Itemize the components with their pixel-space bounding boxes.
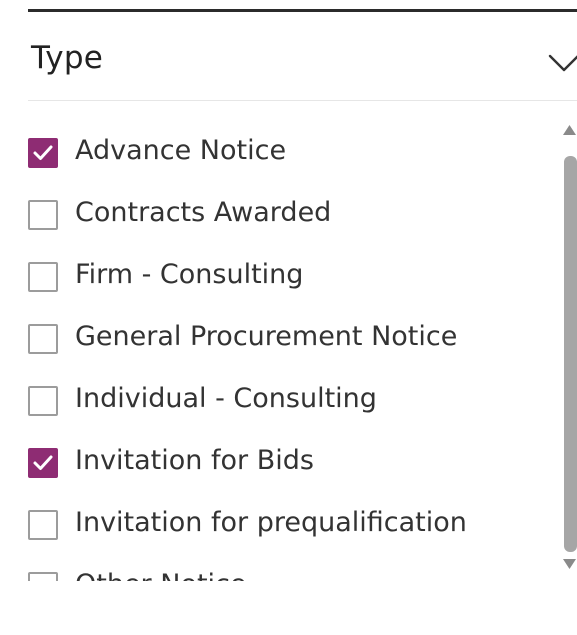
checkbox[interactable] — [28, 386, 58, 416]
checkbox[interactable] — [28, 200, 58, 230]
option-other-notice[interactable]: Other Notice — [28, 565, 558, 581]
checkbox-checked[interactable] — [28, 448, 58, 478]
checkbox-checked[interactable] — [28, 138, 58, 168]
option-invitation-for-prequalification[interactable]: Invitation for prequalification — [28, 503, 558, 543]
option-label: Individual - Consulting — [75, 383, 377, 414]
checkmark-icon — [33, 455, 53, 470]
option-label: Advance Notice — [75, 135, 287, 166]
option-individual-consulting[interactable]: Individual - Consulting — [28, 379, 558, 419]
checkmark-icon — [33, 145, 53, 160]
option-label: Contracts Awarded — [75, 197, 332, 228]
type-filter-panel: Type Advance Notice Contracts Awarded Fi… — [0, 0, 577, 635]
filter-title: Type — [31, 40, 104, 76]
scroll-thumb[interactable] — [564, 156, 577, 552]
option-label: Invitation for Bids — [75, 445, 314, 476]
filter-options-list: Advance Notice Contracts Awarded Firm - … — [0, 101, 560, 581]
option-invitation-for-bids[interactable]: Invitation for Bids — [28, 441, 558, 481]
option-firm-consulting[interactable]: Firm - Consulting — [28, 255, 558, 295]
option-contracts-awarded[interactable]: Contracts Awarded — [28, 193, 558, 233]
list-scrollbar[interactable] — [562, 118, 577, 576]
chevron-down-icon[interactable] — [548, 48, 577, 78]
scroll-down-arrow-icon[interactable] — [562, 556, 577, 576]
checkbox[interactable] — [28, 510, 58, 540]
checkbox[interactable] — [28, 572, 58, 581]
checkbox[interactable] — [28, 324, 58, 354]
type-filter-header[interactable]: Type — [0, 12, 577, 100]
option-label: General Procurement Notice — [75, 321, 458, 352]
option-label: Other Notice — [75, 567, 247, 581]
option-label: Invitation for prequalification — [75, 507, 467, 538]
option-label: Firm - Consulting — [75, 259, 304, 290]
scroll-up-arrow-icon[interactable] — [562, 118, 577, 138]
option-advance-notice[interactable]: Advance Notice — [28, 131, 558, 171]
checkbox[interactable] — [28, 262, 58, 292]
option-general-procurement-notice[interactable]: General Procurement Notice — [28, 317, 558, 357]
